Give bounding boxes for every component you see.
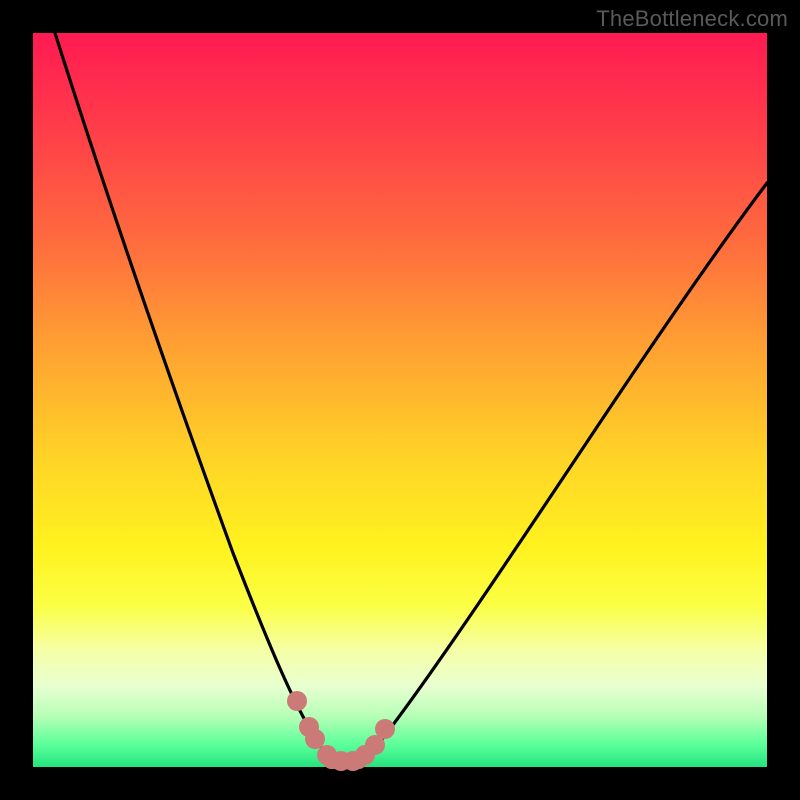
trough-markers	[287, 691, 395, 771]
chart-plot-area	[33, 33, 767, 767]
chart-frame: TheBottleneck.com	[0, 0, 800, 800]
bottleneck-curve-path	[55, 33, 767, 763]
bottleneck-curve-svg	[33, 33, 767, 767]
watermark-text: TheBottleneck.com	[596, 6, 788, 32]
